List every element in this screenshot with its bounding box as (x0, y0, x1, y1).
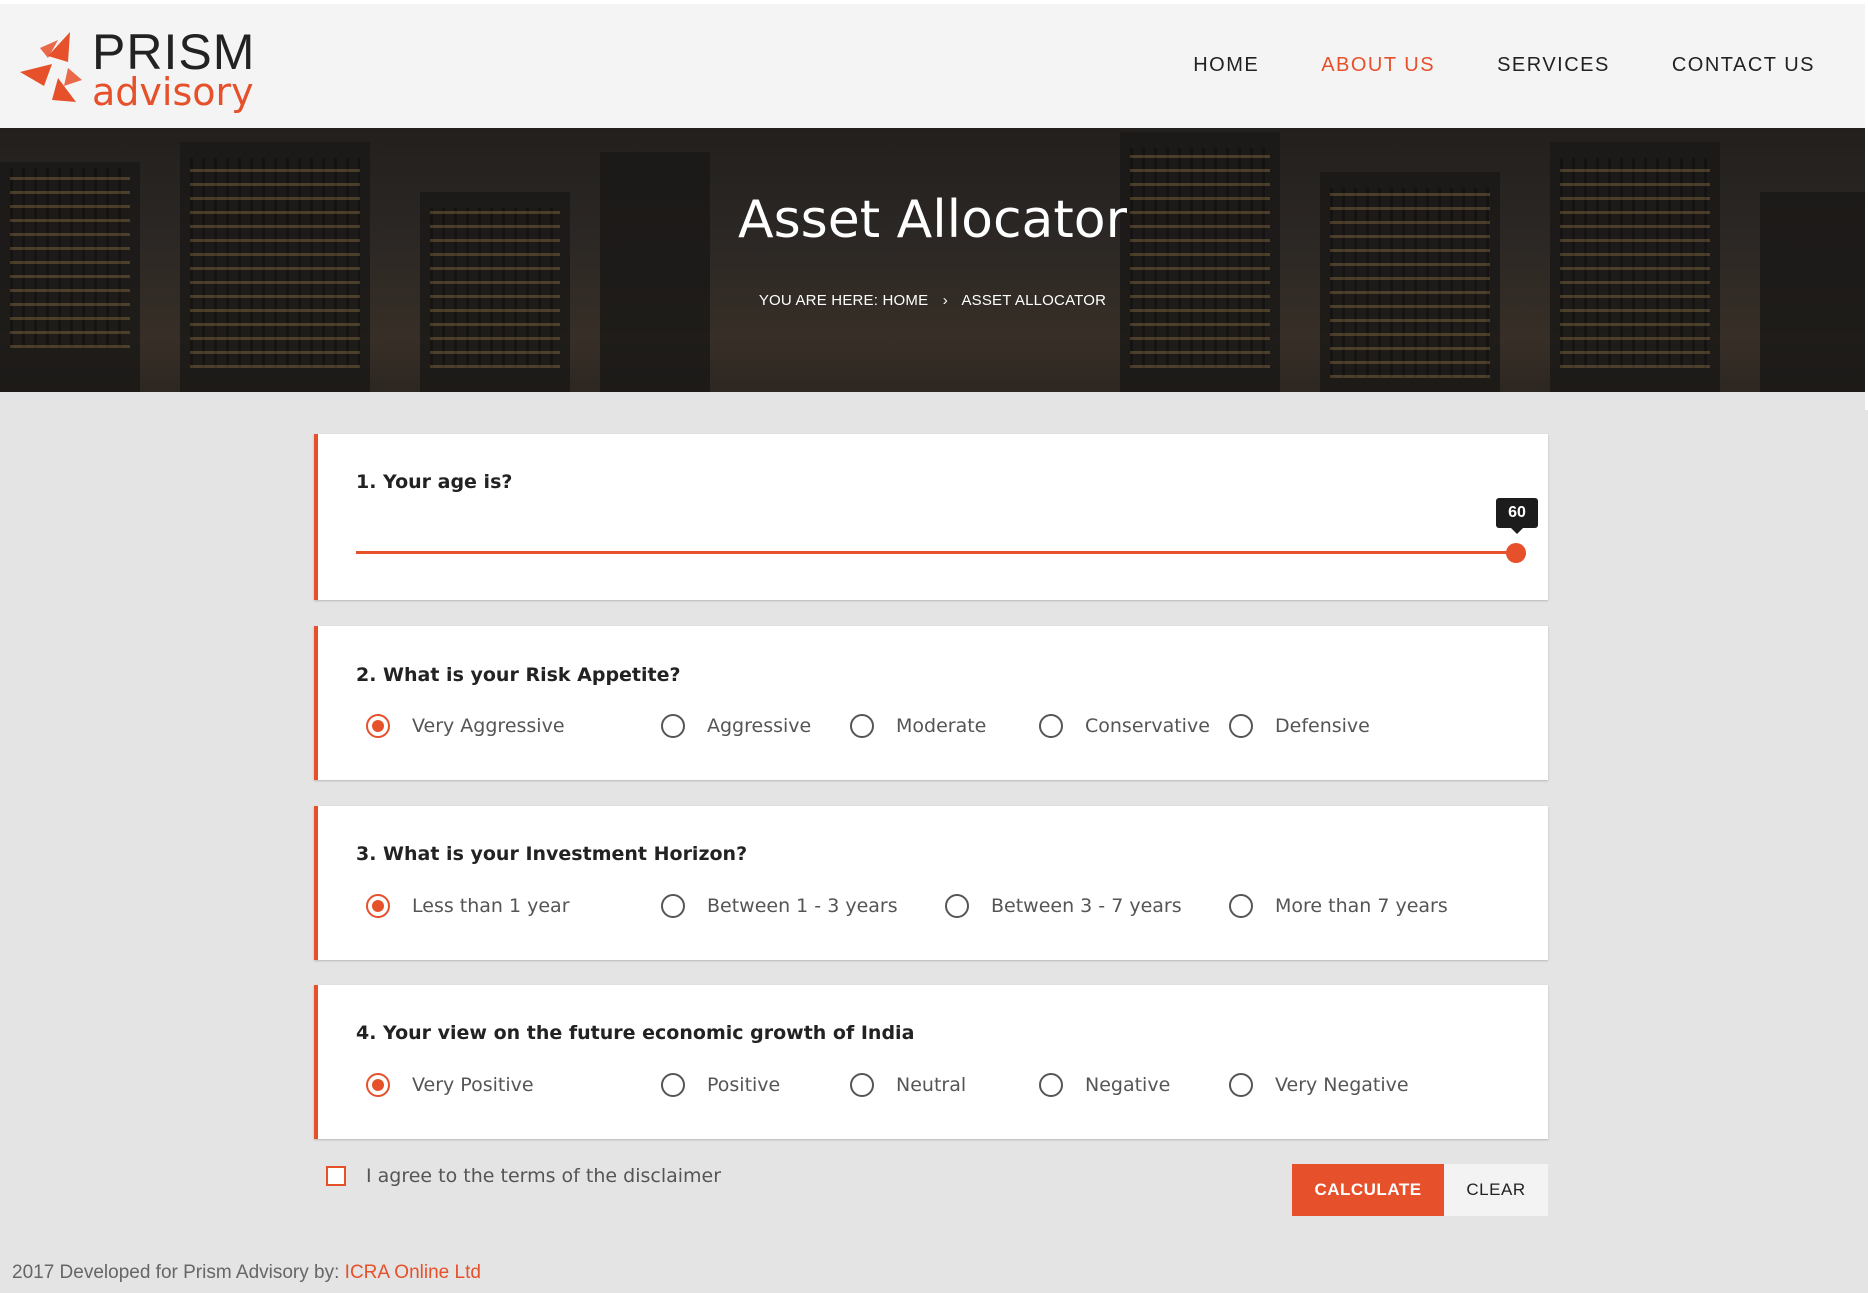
radio-label: Very Negative (1275, 1074, 1409, 1096)
site-header: PRISM advisory HOME ABOUT US SERVICES CO… (0, 4, 1865, 128)
question-label: 4. Your view on the future economic grow… (356, 1022, 915, 1044)
footer-credit: 2017 Developed for Prism Advisory by: IC… (12, 1262, 481, 1284)
brand-logo[interactable]: PRISM advisory (18, 24, 254, 114)
question-label: 2. What is your Risk Appetite? (356, 664, 681, 686)
radio-button[interactable] (366, 894, 390, 918)
age-slider-track[interactable] (356, 551, 1516, 554)
radio-button[interactable] (945, 894, 969, 918)
radio-option[interactable]: Positive (661, 1073, 780, 1097)
radio-label: Neutral (896, 1074, 967, 1096)
main-nav: HOME ABOUT US SERVICES CONTACT US (1193, 54, 1815, 77)
disclaimer-label: I agree to the terms of the disclaimer (366, 1165, 722, 1187)
question-label: 1. Your age is? (356, 471, 513, 493)
footer-text: 2017 Developed for Prism Advisory by: (12, 1262, 345, 1283)
radio-option[interactable]: Defensive (1229, 714, 1370, 738)
radio-button[interactable] (661, 1073, 685, 1097)
question-card-growth: 4. Your view on the future economic grow… (314, 985, 1548, 1139)
breadcrumb: YOU ARE HERE: HOME › ASSET ALLOCATOR (0, 292, 1865, 309)
nav-about-us[interactable]: ABOUT US (1321, 54, 1435, 77)
hero-banner: Asset Allocator YOU ARE HERE: HOME › ASS… (0, 128, 1865, 392)
radio-button[interactable] (661, 894, 685, 918)
hero-overlay (0, 128, 1865, 392)
breadcrumb-prefix: YOU ARE HERE: (758, 292, 879, 309)
radio-label: Negative (1085, 1074, 1171, 1096)
radio-label: Conservative (1085, 715, 1210, 737)
breadcrumb-separator: › (942, 292, 948, 309)
radio-label: Very Aggressive (412, 715, 565, 737)
radio-button[interactable] (850, 714, 874, 738)
radio-option[interactable]: Very Negative (1229, 1073, 1409, 1097)
radio-label: Aggressive (707, 715, 812, 737)
radio-button[interactable] (1229, 1073, 1253, 1097)
radio-option[interactable]: Moderate (850, 714, 986, 738)
breadcrumb-current: ASSET ALLOCATOR (961, 292, 1107, 309)
disclaimer-agreement[interactable]: I agree to the terms of the disclaimer (326, 1165, 721, 1187)
radio-option[interactable]: Between 1 - 3 years (661, 894, 898, 918)
question-card-risk: 2. What is your Risk Appetite? Very Aggr… (314, 626, 1548, 780)
page-title: Asset Allocator (738, 190, 1127, 250)
radio-button[interactable] (850, 1073, 874, 1097)
radio-option[interactable]: Neutral (850, 1073, 966, 1097)
radio-option[interactable]: More than 7 years (1229, 894, 1448, 918)
radio-button[interactable] (366, 1073, 390, 1097)
radio-option[interactable]: Conservative (1039, 714, 1210, 738)
nav-services[interactable]: SERVICES (1497, 54, 1610, 77)
radio-option[interactable]: Very Positive (366, 1073, 534, 1097)
radio-option[interactable]: Very Aggressive (366, 714, 565, 738)
nav-home[interactable]: HOME (1193, 54, 1259, 77)
brand-sub: advisory (92, 70, 254, 114)
question-card-horizon: 3. What is your Investment Horizon? Less… (314, 806, 1548, 960)
disclaimer-checkbox[interactable] (326, 1166, 346, 1186)
prism-logo-icon (20, 32, 82, 102)
footer-link[interactable]: ICRA Online Ltd (345, 1262, 481, 1283)
radio-label: Positive (707, 1074, 781, 1096)
nav-contact-us[interactable]: CONTACT US (1672, 54, 1815, 77)
calculate-button[interactable]: CALCULATE (1292, 1164, 1444, 1216)
question-card-age: 1. Your age is? 60 (314, 434, 1548, 600)
radio-button[interactable] (1039, 1073, 1063, 1097)
radio-label: Less than 1 year (412, 895, 570, 917)
radio-button[interactable] (1229, 894, 1253, 918)
radio-option[interactable]: Less than 1 year (366, 894, 570, 918)
age-slider-handle[interactable] (1506, 543, 1526, 563)
radio-label: Between 1 - 3 years (707, 895, 898, 917)
radio-option[interactable]: Aggressive (661, 714, 811, 738)
breadcrumb-home[interactable]: HOME (883, 292, 929, 309)
clear-button[interactable]: CLEAR (1444, 1164, 1548, 1216)
radio-label: More than 7 years (1275, 895, 1448, 917)
radio-option[interactable]: Negative (1039, 1073, 1170, 1097)
radio-label: Moderate (896, 715, 987, 737)
radio-label: Defensive (1275, 715, 1370, 737)
radio-option[interactable]: Between 3 - 7 years (945, 894, 1182, 918)
slider-value-tooltip: 60 (1496, 498, 1538, 534)
radio-button[interactable] (1039, 714, 1063, 738)
radio-label: Very Positive (412, 1074, 534, 1096)
radio-button[interactable] (661, 714, 685, 738)
question-label: 3. What is your Investment Horizon? (356, 843, 748, 865)
radio-button[interactable] (1229, 714, 1253, 738)
radio-button[interactable] (366, 714, 390, 738)
radio-label: Between 3 - 7 years (991, 895, 1182, 917)
